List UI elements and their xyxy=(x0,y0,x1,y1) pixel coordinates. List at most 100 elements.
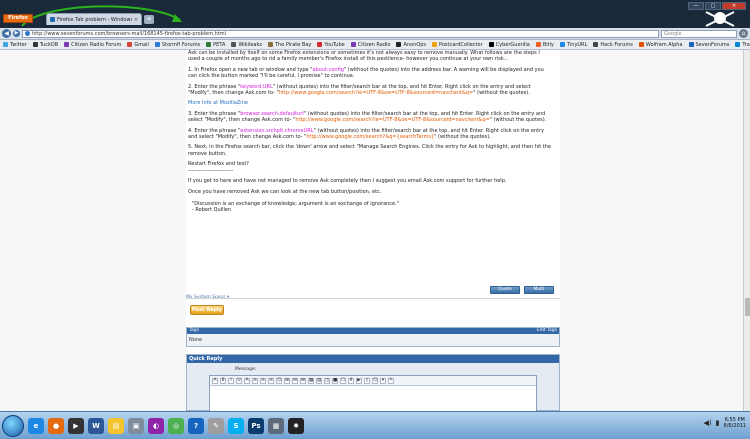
bookmarks-toolbar: Twitter TuckDB Citizen Radio Forum Gmail Sto… xyxy=(0,40,750,50)
taskbar-app6-icon[interactable]: ✸ xyxy=(288,417,304,434)
page-scrollbar[interactable] xyxy=(743,50,750,411)
bookmark-label: Wolfram Alpha xyxy=(645,41,683,48)
taskbar-media-icon[interactable]: ▶ xyxy=(68,417,84,434)
bookmark-label: Gmail xyxy=(134,41,149,48)
editor-tool-button[interactable]: ◫ xyxy=(324,377,330,384)
bookmark-tinyurl[interactable]: TinyURL xyxy=(559,42,587,48)
taskbar-skype-icon[interactable]: S xyxy=(228,417,244,434)
google-url-link[interactable]: http://www.google.com/search?&q={searchT… xyxy=(306,134,434,140)
step-5: 5. Next, in the Firefox search bar, clic… xyxy=(188,144,552,157)
multi-quote-button[interactable]: Multi xyxy=(524,286,554,294)
scrollbar-thumb[interactable] xyxy=(745,298,750,316)
taskbar-firefox-icon[interactable]: ● xyxy=(48,417,64,434)
clock-date: 8/6/2011 xyxy=(723,423,746,429)
more-info-link[interactable]: More Info at MozillaZine xyxy=(188,100,552,106)
home-icon[interactable]: ⌂ xyxy=(739,29,748,38)
bookmark-anonops[interactable]: AnonOps xyxy=(396,42,426,48)
skull-crossbones-icon xyxy=(705,11,735,27)
bookmark-citizen-radio[interactable]: Citizen Radio xyxy=(350,42,390,48)
close-window-button[interactable]: ✕ xyxy=(722,2,746,10)
post-reply-button[interactable]: Post Reply xyxy=(190,305,224,315)
maximize-button[interactable]: □ xyxy=(705,2,721,10)
para-2: Once you have removed Ask we can look at… xyxy=(188,188,382,195)
editor-tool-button[interactable]: ≡ xyxy=(252,377,258,384)
tab-title: Firefox Tab problem - Windows 7 Forums xyxy=(57,16,132,23)
editor-tool-button[interactable]: A xyxy=(212,377,218,384)
bookmark-wikileaks[interactable]: Wikileaks xyxy=(231,42,262,48)
taskbar-app3-icon[interactable]: ? xyxy=(188,417,204,434)
message-editor[interactable]: A B I U A ≡ ≡ ≡ ☺ ⊞ ⊟ ⊞ ▦ ▤ ◫ ■ ☐ # ▶ ◊ ☺ ▾ ✎ xyxy=(209,375,537,411)
bookmark-label: YouTube xyxy=(324,41,345,48)
firefox-menu-button[interactable]: Firefox xyxy=(3,14,33,23)
editor-tool-button[interactable]: ⊞ xyxy=(300,377,306,384)
editor-tool-button[interactable]: ≡ xyxy=(268,377,274,384)
bookmark-stormfl-forums[interactable]: Stormfl Forums xyxy=(154,42,200,48)
editor-tool-button[interactable]: I xyxy=(228,377,234,384)
editor-tool-button[interactable]: ☺ xyxy=(372,377,378,384)
editor-tool-button[interactable]: ≡ xyxy=(260,377,266,384)
new-tab-button[interactable]: + xyxy=(144,15,154,24)
quote-button[interactable]: Quote xyxy=(490,286,520,294)
taskbar-app1-icon[interactable]: ◐ xyxy=(148,417,164,434)
bookmark-gmail[interactable]: Gmail xyxy=(127,42,149,48)
bookmark-label: Hack Forums xyxy=(600,41,633,48)
taskbar-app4-icon[interactable]: ✎ xyxy=(208,417,224,434)
bookmark-citizen-radio-forum[interactable]: Citizen Radio Forum xyxy=(64,42,121,48)
bookmark-hack-forums[interactable]: Hack Forums xyxy=(593,42,633,48)
editor-tool-button[interactable]: ■ xyxy=(332,377,338,384)
bookmark-favicon-icon xyxy=(396,42,402,47)
post-intro: Ask can be installed by itself on some F… xyxy=(188,50,540,63)
start-button[interactable] xyxy=(2,414,24,437)
post-body: Ask can be installed by itself on some F… xyxy=(186,50,560,214)
taskbar-app2-icon[interactable]: ◎ xyxy=(168,417,184,434)
editor-tool-button[interactable]: ▶ xyxy=(356,377,362,384)
bookmark-cyberguerilla[interactable]: CyberGuerilla xyxy=(488,42,530,48)
editor-tool-button[interactable]: ⊞ xyxy=(284,377,290,384)
editor-tool-button[interactable]: ✎ xyxy=(388,377,394,384)
bookmark-bitly[interactable]: Bitly xyxy=(535,41,554,48)
editor-tool-button[interactable]: B xyxy=(220,377,226,384)
bookmark-postcardcollector[interactable]: PostcardCollector xyxy=(432,42,483,48)
taskbar-explorer-icon[interactable]: ▤ xyxy=(108,417,124,434)
editor-tool-button[interactable]: ☺ xyxy=(276,377,282,384)
bookmark-sevenforums[interactable]: SevenForums xyxy=(688,42,729,48)
address-bar[interactable]: http://www.sevenforums.com/browsers-mail… xyxy=(22,29,659,38)
editor-tool-button[interactable]: ▦ xyxy=(308,377,314,384)
navigation-bar: ◀ ▶ http://www.sevenforums.com/browsers-… xyxy=(0,28,750,40)
google-url-link[interactable]: http://www.google.com/search?ie=UTF-8&oe… xyxy=(295,117,489,123)
forward-button[interactable]: ▶ xyxy=(13,30,20,37)
minimize-button[interactable]: — xyxy=(688,2,704,10)
editor-tool-button[interactable]: ▤ xyxy=(316,377,322,384)
taskbar-ps-icon[interactable]: Ps xyxy=(248,417,264,434)
search-input[interactable]: Google xyxy=(661,29,737,38)
volume-icon[interactable]: ◀) xyxy=(704,419,712,427)
editor-tool-button[interactable]: U xyxy=(236,377,242,384)
back-button[interactable]: ◀ xyxy=(2,29,11,38)
edit-tags-link[interactable]: Edit Tags xyxy=(537,328,557,334)
bookmark-tuckdb[interactable]: TuckDB xyxy=(32,42,58,48)
editor-tool-button[interactable]: ⊟ xyxy=(292,377,298,384)
taskbar-word-icon[interactable]: W xyxy=(88,417,104,434)
editor-tool-button[interactable]: ◊ xyxy=(364,377,370,384)
post-divider xyxy=(186,298,560,299)
bookmark-label: PostcardCollector xyxy=(439,41,483,48)
editor-tool-button[interactable]: # xyxy=(348,377,354,384)
bookmark-youtube[interactable]: YouTube xyxy=(317,41,345,48)
taskbar-ie-icon[interactable]: e xyxy=(28,417,44,434)
bookmark-label: Bitly xyxy=(542,41,554,48)
tab-current[interactable]: Firefox Tab problem - Windows 7 Forums × xyxy=(46,13,142,25)
editor-tool-button[interactable]: A xyxy=(244,377,250,384)
clock[interactable]: 6:55 PM 8/6/2011 xyxy=(724,417,746,429)
google-url-link[interactable]: http://www.google.com/search?ie=UTF-8&oe… xyxy=(279,90,473,96)
bookmark-translator[interactable]: Translator xyxy=(735,42,750,48)
editor-tool-button[interactable]: ▾ xyxy=(380,377,386,384)
taskbar-app5-icon[interactable]: ▦ xyxy=(268,417,284,434)
network-icon[interactable]: ▮ xyxy=(716,419,720,427)
bookmark-twitter[interactable]: Twitter xyxy=(3,42,27,48)
editor-tool-button[interactable]: ☐ xyxy=(340,377,346,384)
bookmark-the-pirate-bay[interactable]: The Pirate Bay xyxy=(267,42,311,48)
bookmark-peta[interactable]: PETA xyxy=(206,42,225,48)
bookmark-wolfram-alpha[interactable]: Wolfram Alpha xyxy=(638,41,683,48)
taskbar-tools-icon[interactable]: ▣ xyxy=(128,417,144,434)
tab-close-icon[interactable]: × xyxy=(134,17,138,23)
